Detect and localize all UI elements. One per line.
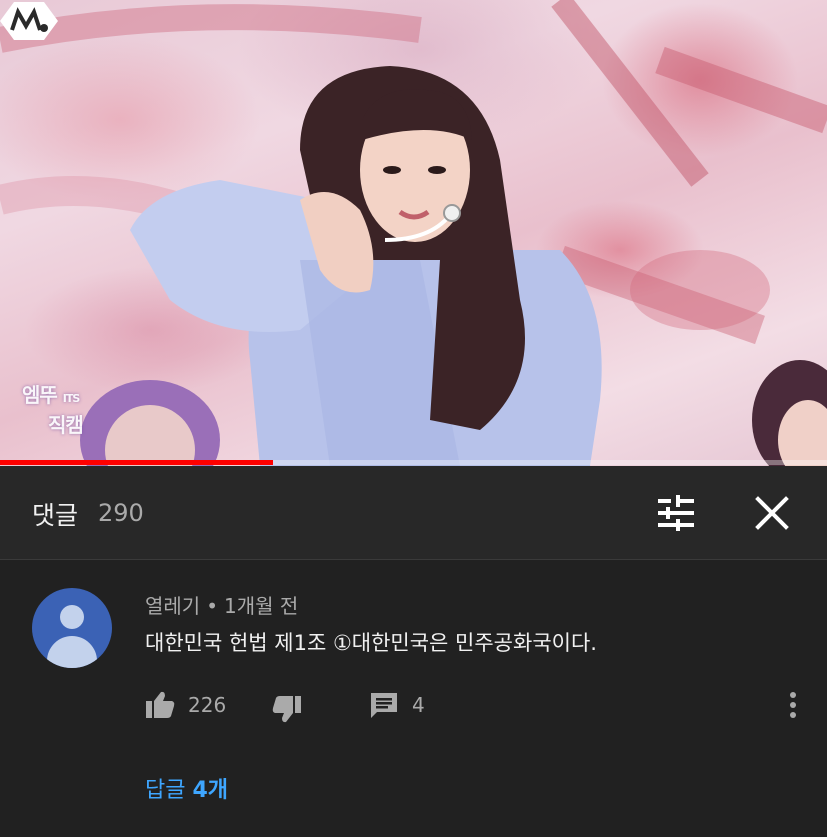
video-progress-bar[interactable] bbox=[0, 460, 827, 465]
view-replies-label: 답글 bbox=[145, 778, 186, 803]
close-icon bbox=[755, 496, 789, 530]
avatar-shoulders bbox=[47, 636, 97, 668]
video-progress-fill bbox=[0, 460, 273, 465]
comment-time: 1개월 전 bbox=[224, 594, 299, 618]
comment-actions: 226 4 bbox=[0, 684, 827, 728]
meta-separator: • bbox=[206, 594, 218, 618]
more-options-icon[interactable] bbox=[776, 688, 810, 722]
close-comments-button[interactable] bbox=[750, 491, 794, 535]
reply-count: 4 bbox=[412, 693, 425, 717]
video-frame bbox=[0, 0, 827, 466]
sort-filter-icon bbox=[658, 495, 694, 531]
thumbs-up-icon[interactable] bbox=[143, 688, 177, 722]
comments-header: 댓글 290 bbox=[0, 466, 827, 560]
comment-author[interactable]: 열레기 bbox=[145, 590, 200, 619]
comment-item: 열레기 • 1개월 전 대한민국 헌법 제1조 ①대한민국은 민주공화국이다. 22… bbox=[0, 560, 827, 837]
view-replies-count: 4개 bbox=[192, 778, 229, 803]
comment-reply-icon[interactable] bbox=[367, 688, 401, 722]
comments-count: 290 bbox=[98, 499, 144, 527]
thumbs-down-icon[interactable] bbox=[270, 692, 304, 726]
comment-text: 대한민국 헌법 제1조 ①대한민국은 민주공화국이다. bbox=[145, 631, 597, 655]
channel-watermark: 엠뚜 ITS 직캠 bbox=[22, 383, 84, 437]
avatar[interactable] bbox=[32, 588, 112, 668]
like-count: 226 bbox=[188, 693, 227, 717]
mnet-logo bbox=[0, 2, 58, 40]
comment-meta: 열레기 • 1개월 전 bbox=[145, 590, 298, 619]
avatar-head bbox=[60, 605, 84, 629]
video-player[interactable]: 엠뚜 ITS 직캠 bbox=[0, 0, 827, 466]
sort-comments-button[interactable] bbox=[654, 491, 698, 535]
view-replies-link[interactable]: 답글 4개 bbox=[145, 772, 228, 804]
comments-title: 댓글 bbox=[32, 501, 79, 530]
